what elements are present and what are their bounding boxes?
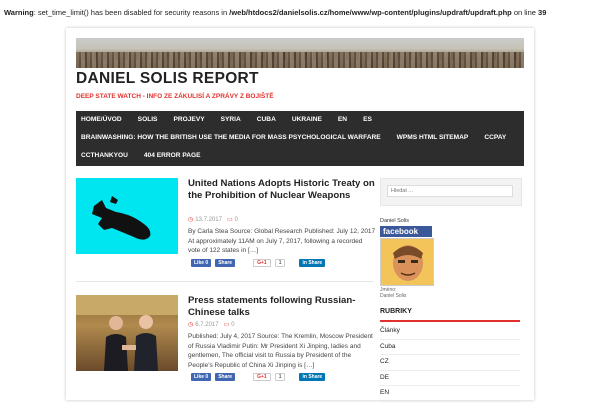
share-bar: Like 0 Share G+1 1 in Share	[191, 373, 326, 381]
nav-item-brainwashing[interactable]: BRAINWASHING: HOW THE BRITISH USE THE ME…	[76, 129, 389, 147]
linkedin-share-button[interactable]: in Share	[299, 373, 326, 381]
profile-photo[interactable]	[380, 238, 434, 286]
nav-row-3: CCTHANKYOU 404 ERROR PAGE	[76, 147, 209, 165]
site-tagline: DEEP STATE WATCH - INFO ZE ZÁKULISÍ A ZP…	[76, 93, 274, 100]
post-comments[interactable]: 0	[235, 217, 238, 223]
fb-share-button[interactable]: Share	[215, 373, 236, 381]
bomb-silhouette-icon	[92, 196, 151, 240]
nav-item-ukraine[interactable]: UKRAINE	[284, 111, 330, 129]
warning-path: /web/htdocs2/danielsolis.cz/home/www/wp-…	[229, 8, 512, 17]
nav-item-ccpay[interactable]: CCPAY	[476, 129, 514, 147]
category-link-clanky[interactable]: Články	[380, 324, 520, 340]
linkedin-label: Share	[308, 260, 323, 266]
category-link-de[interactable]: DE	[380, 371, 520, 386]
category-link-en[interactable]: EN	[380, 386, 520, 402]
facebook-logo[interactable]: facebook	[380, 226, 432, 237]
nav-item-sitemap[interactable]: WPMS HTML SITEMAP	[389, 129, 477, 147]
main-navigation: HOME/ÚVOD SOLIS PROJEVY SYRIA CUBA UKRAI…	[76, 111, 524, 166]
fb-author-name[interactable]: Daniel Solis	[380, 218, 440, 224]
search-widget	[380, 178, 522, 206]
linkedin-label: Share	[308, 374, 323, 380]
post-title[interactable]: Press statements following Russian-Chine…	[188, 295, 376, 319]
clock-icon: ◷	[188, 322, 194, 328]
comment-icon: ▭	[226, 217, 233, 223]
warning-online: on line	[511, 8, 539, 17]
leaders-photo-icon	[76, 295, 178, 371]
post-meta: ◷ 6.7.2017 ▭ 0	[188, 321, 235, 328]
page-container: DANIEL SOLIS REPORT DEEP STATE WATCH - I…	[66, 28, 534, 402]
category-link-cuba[interactable]: Cuba	[380, 340, 520, 355]
post-item: United Nations Adopts Historic Treaty on…	[76, 178, 376, 288]
post-divider	[76, 281, 374, 282]
post-excerpt: By Carla Stea Source: Global Research Pu…	[188, 228, 376, 254]
gplus-count: 1	[274, 259, 286, 267]
gplus-button[interactable]: G+1	[253, 373, 271, 381]
nav-item-solis[interactable]: SOLIS	[130, 111, 166, 129]
facebook-badge-widget: Daniel Solis facebook Jméno: Daniel Solis	[380, 218, 440, 299]
rubriky-list: Články Cuba CZ DE EN	[380, 324, 520, 402]
site-title[interactable]: DANIEL SOLIS REPORT	[76, 70, 259, 88]
nav-item-es[interactable]: ES	[355, 111, 380, 129]
gplus-count: 1	[274, 373, 286, 381]
post-meta: ◷ 13.7.2017 ▭ 0	[188, 216, 238, 223]
post-thumbnail-leaders[interactable]	[76, 295, 178, 371]
post-excerpt: Published: July 4, 2017 Source: The Krem…	[188, 333, 373, 369]
rubriky-heading: RUBRIKY	[380, 308, 412, 315]
post-date: 6.7.2017	[195, 322, 219, 328]
fb-share-button[interactable]: Share	[215, 259, 236, 267]
nav-row-2: BRAINWASHING: HOW THE BRITISH USE THE ME…	[76, 129, 514, 147]
post-title[interactable]: United Nations Adopts Historic Treaty on…	[188, 178, 376, 202]
gplus-button[interactable]: G+1	[253, 259, 271, 267]
warning-message: : set_time_limit() has been disabled for…	[33, 8, 230, 17]
nav-item-projevy[interactable]: PROJEVY	[165, 111, 212, 129]
linkedin-share-button[interactable]: in Share	[299, 259, 326, 267]
post-date: 13.7.2017	[195, 217, 222, 223]
fb-caption-name: Daniel Solis	[380, 293, 407, 299]
post-thumbnail-nuclear[interactable]	[76, 178, 178, 254]
header-banner-image[interactable]	[76, 38, 524, 68]
nav-row-1: HOME/ÚVOD SOLIS PROJEVY SYRIA CUBA UKRAI…	[76, 111, 380, 129]
fb-like-button[interactable]: Like 0	[191, 259, 212, 267]
rubriky-accent-line	[380, 320, 520, 322]
fb-caption: Jméno: Daniel Solis	[380, 287, 440, 299]
nav-item-syria[interactable]: SYRIA	[213, 111, 249, 129]
nav-item-cuba[interactable]: CUBA	[249, 111, 284, 129]
nav-item-home[interactable]: HOME/ÚVOD	[76, 111, 130, 129]
warning-line: 39	[538, 8, 547, 17]
category-link-cz[interactable]: CZ	[380, 355, 520, 371]
comment-icon: ▭	[223, 322, 230, 328]
warning-label: Warning	[4, 8, 34, 17]
clock-icon: ◷	[188, 217, 194, 223]
post-item: Press statements following Russian-Chine…	[76, 295, 374, 405]
share-bar: Like 0 Share G+1 1 in Share	[191, 259, 326, 267]
fb-like-button[interactable]: Like 0	[191, 373, 212, 381]
nav-item-404[interactable]: 404 ERROR PAGE	[136, 147, 209, 165]
profile-face-icon	[381, 239, 433, 285]
search-input[interactable]	[387, 185, 513, 197]
nav-item-en[interactable]: EN	[330, 111, 355, 129]
post-comments[interactable]: 0	[231, 322, 234, 328]
php-warning: Warning: set_time_limit() has been disab…	[0, 0, 600, 18]
nav-item-ccthankyou[interactable]: CCTHANKYOU	[76, 147, 136, 165]
